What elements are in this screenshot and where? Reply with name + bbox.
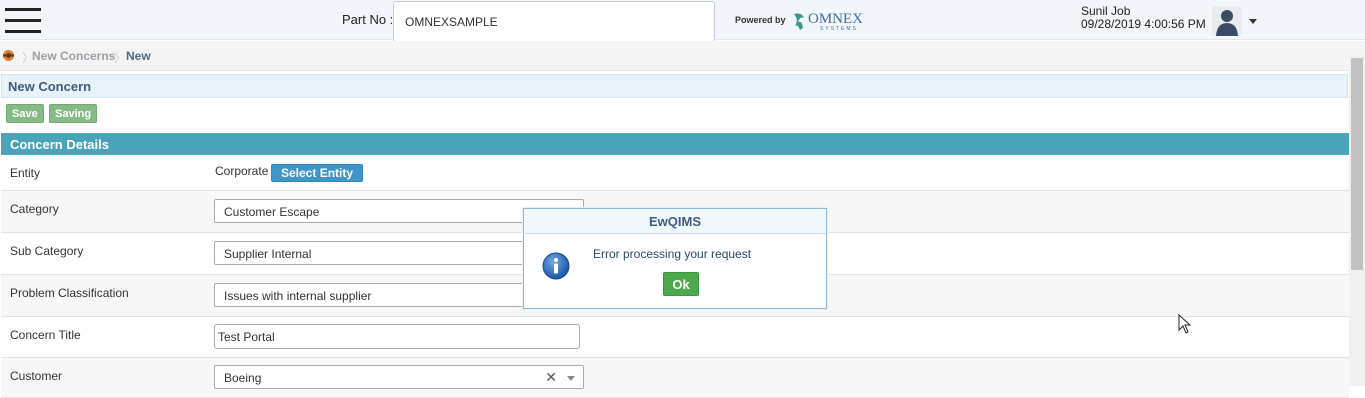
user-menu-caret-icon[interactable]: [1249, 19, 1257, 24]
info-icon: [542, 252, 570, 280]
form-row-concern-title: Concern Title: [1, 317, 1349, 358]
powered-by-text: Powered by: [735, 15, 786, 25]
partno-input[interactable]: [393, 1, 715, 42]
clear-icon[interactable]: ✕: [545, 369, 557, 386]
dialog-message: Error processing your request: [593, 247, 752, 261]
page-title: New Concern: [8, 79, 92, 94]
user-name: Sunil Job: [1081, 4, 1131, 18]
partno-label: Part No :: [342, 12, 394, 27]
form-row-entity: Entity Corporate Select Entity: [1, 155, 1349, 191]
select-entity-button[interactable]: Select Entity: [271, 164, 364, 182]
entity-value: Corporate: [215, 164, 269, 178]
home-icon[interactable]: [2, 49, 15, 62]
customer-value: Boeing: [224, 371, 262, 385]
breadcrumb-item-new-concerns[interactable]: New Concerns: [32, 49, 115, 63]
scrollbar-thumb[interactable]: [1351, 58, 1363, 270]
breadcrumb-item-new: New: [126, 49, 151, 63]
problem-classification-label: Problem Classification: [10, 286, 129, 300]
customer-select[interactable]: Boeing ✕: [214, 365, 584, 389]
form-row-customer: Customer Boeing ✕: [1, 358, 1349, 398]
customer-label: Customer: [10, 369, 63, 383]
section-header: Concern Details: [1, 133, 1349, 155]
breadcrumb-separator: 〉: [114, 51, 127, 65]
sub-category-value: Supplier Internal: [224, 247, 312, 261]
omnex-logo: OMNEX SYSTEMS: [794, 11, 863, 32]
problem-classification-value: Issues with internal supplier: [224, 289, 372, 303]
hamburger-menu-icon[interactable]: [5, 8, 41, 34]
svg-text:SYSTEMS: SYSTEMS: [820, 26, 858, 32]
svg-text:OMNEX: OMNEX: [808, 11, 863, 27]
entity-label: Entity: [10, 166, 41, 180]
category-label: Category: [10, 202, 59, 216]
user-avatar-icon[interactable]: [1212, 6, 1242, 36]
mouse-cursor-icon: [1178, 314, 1192, 334]
dialog-header: EwQIMS: [524, 209, 826, 234]
sub-category-label: Sub Category: [10, 244, 84, 258]
concern-title-input[interactable]: [214, 324, 580, 349]
vertical-scrollbar[interactable]: [1349, 56, 1365, 386]
user-datetime: 09/28/2019 4:00:56 PM: [1081, 17, 1206, 31]
save-button[interactable]: Save: [6, 104, 44, 123]
page-title-bar: New Concern: [1, 74, 1348, 98]
ok-button[interactable]: Ok: [663, 272, 699, 296]
concern-title-label: Concern Title: [10, 328, 81, 342]
dialog-title: EwQIMS: [648, 214, 701, 229]
chevron-down-icon[interactable]: [567, 376, 575, 381]
top-bar: Part No : Powered by OMNEX SYSTEMS Sunil…: [0, 0, 1365, 42]
error-dialog: EwQIMS Error processing your request Ok: [523, 208, 827, 309]
section-title: Concern Details: [10, 137, 109, 152]
breadcrumb: 〉 New Concerns 〉 New: [0, 41, 1365, 71]
saving-button[interactable]: Saving: [49, 104, 98, 123]
category-value: Customer Escape: [224, 205, 320, 219]
